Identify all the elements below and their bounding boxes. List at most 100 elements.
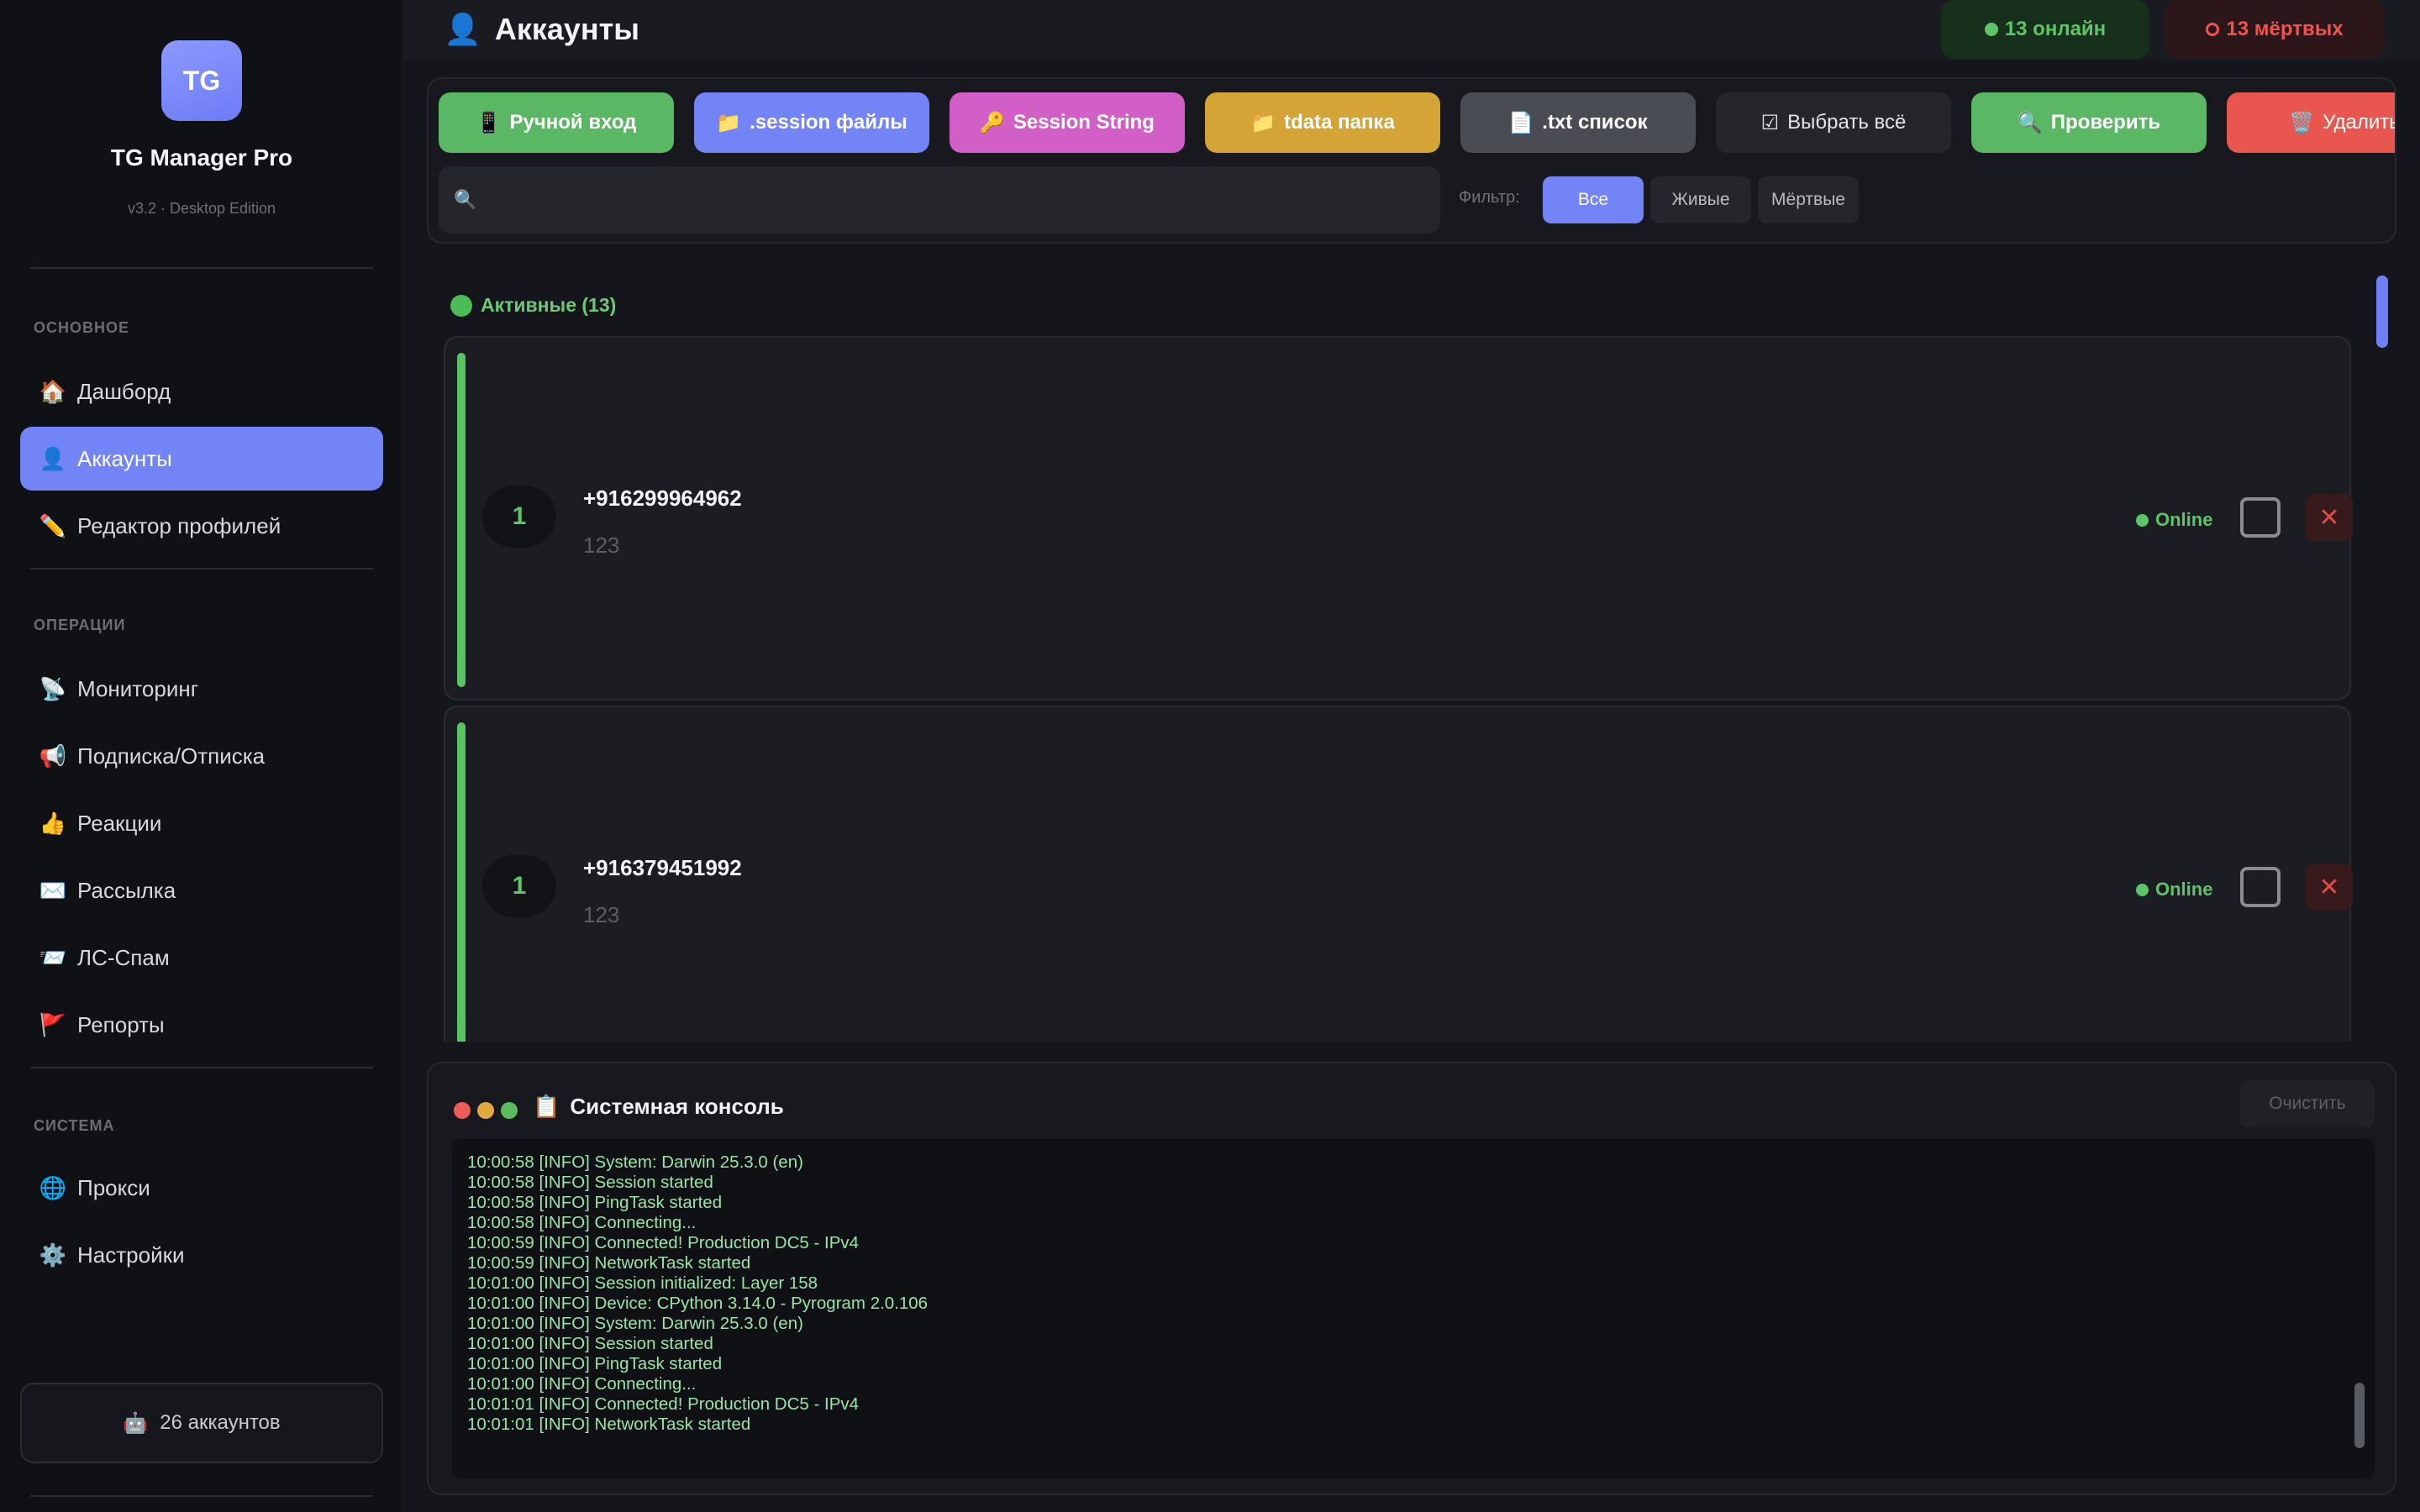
pencil-icon: ✏️	[39, 512, 67, 538]
sidebar-item-label: Мониторинг	[77, 675, 199, 701]
online-dot-icon	[2136, 513, 2149, 527]
sidebar-item-dm-spam[interactable]: 📨 ЛС-Спам	[20, 926, 383, 990]
log-line: 10:00:58 [INFO] Connecting...	[467, 1213, 697, 1232]
log-line: 10:01:00 [INFO] Device: CPython 3.14.0 -…	[467, 1294, 929, 1313]
system-console: 📋 Системная консоль Очистить 10:00:58 [I…	[427, 1062, 2396, 1495]
account-phone: +916379451992	[583, 855, 742, 880]
sidebar-item-profile-editor[interactable]: ✏️ Редактор профилей	[20, 494, 383, 558]
page-title: 👤 Аккаунты	[444, 12, 639, 47]
filter-label: Фильтр:	[1459, 188, 1520, 207]
section-label-main: ОСНОВНОЕ	[34, 319, 130, 336]
minimize-dot-icon	[477, 1102, 494, 1119]
sidebar-item-accounts[interactable]: 👤 Аккаунты	[20, 427, 383, 491]
button-label: Ручной вход	[509, 111, 637, 134]
sidebar-item-proxy[interactable]: 🌐 Прокси	[20, 1156, 383, 1220]
filter-dead-button[interactable]: Мёртвые	[1758, 176, 1859, 223]
sidebar-item-label: ЛС-Спам	[77, 944, 170, 970]
online-count-label: 13 онлайн	[2004, 18, 2107, 40]
txt-list-button[interactable]: 📄 .txt список	[1460, 92, 1696, 153]
account-card[interactable]: 1 +916379451992 123 Online ✕	[444, 706, 2353, 1042]
sidebar-item-label: Аккаунты	[77, 445, 172, 471]
console-title-text: Системная консоль	[570, 1094, 784, 1119]
dead-count-badge: 13 мёртвых	[2165, 0, 2385, 59]
tdata-folder-button[interactable]: 📁 tdata папка	[1205, 92, 1440, 153]
account-checkbox[interactable]	[2240, 867, 2281, 907]
status-label: Online	[2155, 509, 2213, 530]
app-logo: TG	[161, 40, 242, 121]
sidebar-item-label: Реакции	[77, 810, 162, 836]
sidebar-item-reports[interactable]: 🚩 Репорты	[20, 993, 383, 1057]
group-title-active: Активные (13)	[450, 294, 616, 317]
delete-account-button[interactable]: ✕	[2306, 494, 2353, 541]
incoming-envelope-icon: 📨	[39, 944, 67, 970]
accounts-count-box: 🤖 26 аккаунтов	[20, 1383, 383, 1463]
button-label: Удалить	[2323, 111, 2396, 134]
account-card[interactable]: 1 +916299964962 123 Online ✕	[444, 336, 2353, 701]
sidebar-item-mailing[interactable]: ✉️ Рассылка	[20, 858, 383, 922]
sidebar-item-subscribe[interactable]: 📢 Подписка/Отписка	[20, 724, 383, 788]
manual-login-button[interactable]: 📱 Ручной вход	[439, 92, 674, 153]
list-scrollbar[interactable]	[2376, 276, 2388, 348]
filter-all-button[interactable]: Все	[1543, 176, 1644, 223]
log-line: 10:01:00 [INFO] Session started	[467, 1334, 713, 1353]
button-label: .session файлы	[750, 111, 908, 134]
folder-icon: 📁	[716, 111, 742, 134]
console-title: 📋 Системная консоль	[533, 1094, 784, 1120]
sidebar-divider	[30, 267, 373, 269]
accounts-count-label: 26 аккаунтов	[160, 1411, 281, 1434]
robot-icon: 🤖	[123, 1411, 149, 1435]
log-line: 10:00:58 [INFO] System: Darwin 25.3.0 (e…	[467, 1152, 803, 1172]
console-log[interactable]: 10:00:58 [INFO] System: Darwin 25.3.0 (e…	[452, 1139, 2375, 1478]
delete-account-button[interactable]: ✕	[2306, 864, 2353, 911]
status-label: Online	[2155, 879, 2213, 900]
account-subtitle: 123	[583, 533, 620, 558]
checkbox-icon: ☑	[1760, 111, 1780, 134]
account-list[interactable]: 1 +916299964962 123 Online ✕ 1 +91637945…	[427, 333, 2393, 1042]
sidebar-divider	[30, 1067, 373, 1068]
select-all-button[interactable]: ☑ Выбрать всё	[1716, 92, 1951, 153]
document-icon: 📄	[1508, 111, 1534, 134]
search-input[interactable]	[488, 188, 1413, 212]
check-button[interactable]: 🔍 Проверить	[1971, 92, 2207, 153]
sidebar-item-settings[interactable]: ⚙️ Настройки	[20, 1223, 383, 1287]
dead-count-label: 13 мёртвых	[2226, 18, 2344, 40]
app-version: v3.2 · Desktop Edition	[127, 200, 276, 217]
online-count-badge: 13 онлайн	[1941, 0, 2149, 59]
session-string-button[interactable]: 🔑 Session String	[950, 92, 1185, 153]
log-line: 10:01:00 [INFO] System: Darwin 25.3.0 (e…	[467, 1314, 803, 1333]
user-icon: 👤	[39, 445, 67, 471]
log-line: 10:00:59 [INFO] Connected! Production DC…	[467, 1233, 860, 1252]
search-box[interactable]: 🔍	[439, 166, 1440, 234]
sidebar-item-dashboard[interactable]: 🏠 Дашборд	[20, 360, 383, 423]
account-checkbox[interactable]	[2240, 497, 2281, 538]
sidebar-item-reactions[interactable]: 👍 Реакции	[20, 791, 383, 855]
close-dot-icon	[454, 1102, 471, 1119]
sidebar-divider	[30, 1495, 373, 1497]
filter-alive-button[interactable]: Живые	[1650, 176, 1751, 223]
online-dot-icon	[2136, 883, 2149, 896]
sidebar-item-label: Дашборд	[77, 378, 171, 404]
online-dot-icon	[1984, 23, 1998, 36]
log-line: 10:01:00 [INFO] PingTask started	[467, 1354, 723, 1373]
app-title: TG Manager Pro	[110, 144, 293, 171]
key-icon: 🔑	[980, 111, 1005, 134]
log-line: 10:00:58 [INFO] Session started	[467, 1173, 713, 1192]
status-badge: Online	[2136, 879, 2212, 900]
sidebar-item-label: Прокси	[77, 1174, 150, 1200]
status-bar	[457, 722, 466, 1042]
account-phone: +916299964962	[583, 486, 742, 511]
satellite-icon: 📡	[39, 675, 67, 701]
trash-icon: 🗑️	[2289, 111, 2315, 134]
sidebar-item-monitoring[interactable]: 📡 Мониторинг	[20, 657, 383, 721]
dead-ring-icon	[2206, 23, 2220, 36]
button-label: tdata папка	[1284, 111, 1395, 134]
section-label-system: СИСТЕМА	[34, 1117, 115, 1134]
delete-button[interactable]: 🗑️ Удалить	[2227, 92, 2396, 153]
close-icon: ✕	[2318, 503, 2340, 532]
thumbs-up-icon: 👍	[39, 810, 67, 836]
sidebar: TG TG Manager Pro v3.2 · Desktop Edition…	[0, 0, 403, 1512]
log-line: 10:01:01 [INFO] Connected! Production DC…	[467, 1394, 860, 1414]
session-files-button[interactable]: 📁 .session файлы	[694, 92, 929, 153]
console-scrollbar[interactable]	[2354, 1383, 2365, 1448]
clear-console-button[interactable]: Очистить	[2240, 1080, 2375, 1127]
